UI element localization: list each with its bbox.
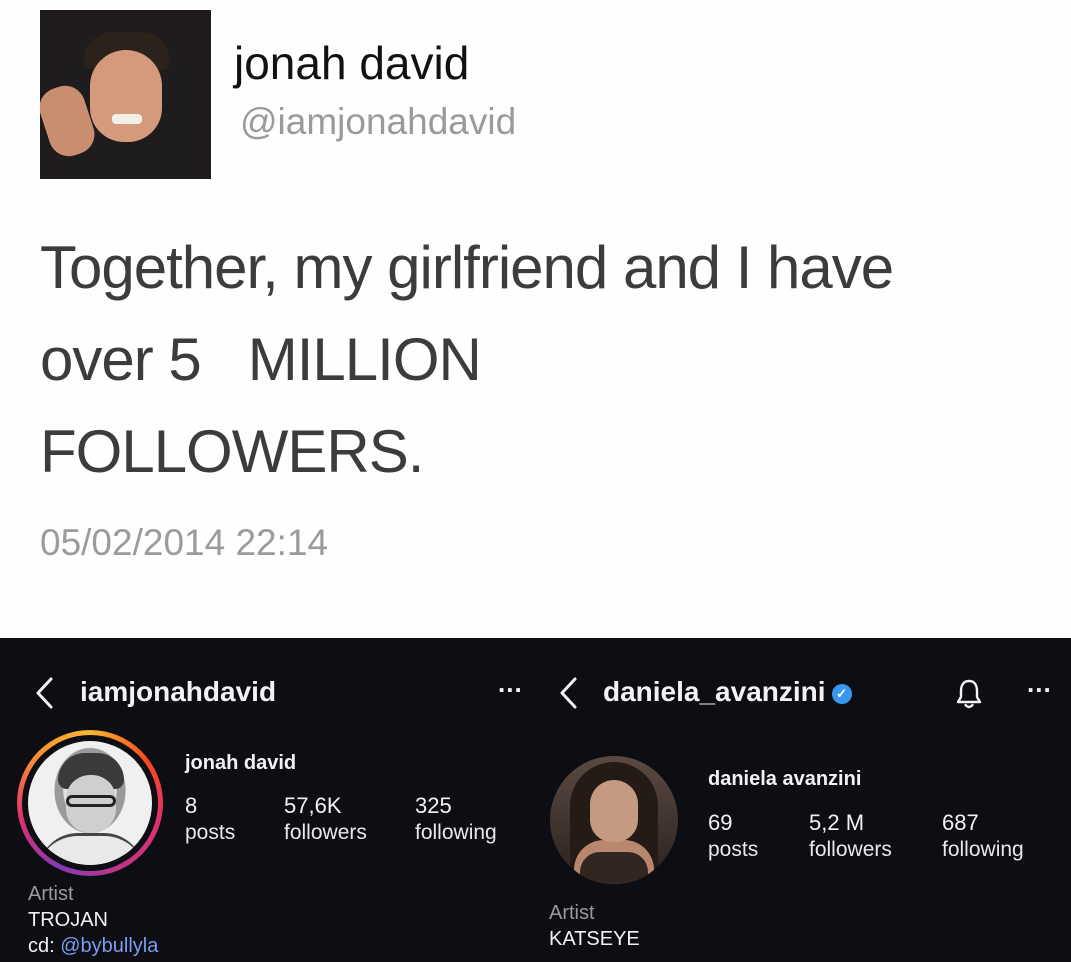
profile-username-text: daniela_avanzini	[603, 676, 826, 707]
stat-value: 325	[415, 793, 452, 818]
profile-avatar	[28, 741, 152, 865]
bio-line: TROJAN	[28, 909, 108, 931]
profile-daniela-avanzini: daniela_avanzini ✓ ... daniela avanzini 6…	[540, 638, 1071, 962]
tweet-text-line: FOLLOWERS.	[40, 418, 424, 485]
verified-badge-icon: ✓	[831, 683, 852, 704]
stat-label: following	[942, 838, 1024, 861]
bio-mention-link[interactable]: @bybullyla	[60, 935, 158, 957]
profile-bio: Artist KATSEYE	[549, 900, 640, 952]
profile-full-name: jonah david	[185, 752, 297, 774]
stat-posts[interactable]: 69 posts	[708, 809, 758, 863]
profile-username: iamjonahdavid	[80, 676, 277, 707]
stat-value: 5,2 M	[809, 810, 865, 835]
stat-followers[interactable]: 5,2 M followers	[809, 809, 892, 863]
profile-category: Artist	[549, 902, 595, 924]
tweet-text-line: Together, my girlfriend and I have	[40, 234, 894, 301]
bell-icon[interactable]	[954, 678, 984, 710]
stat-value: 57,6K	[284, 793, 342, 818]
chevron-left-icon[interactable]	[558, 676, 578, 710]
bio-line: KATSEYE	[549, 928, 640, 950]
stat-followers[interactable]: 57,6K followers	[284, 792, 367, 846]
more-options-icon[interactable]: ...	[498, 668, 523, 699]
tweet-avatar[interactable]	[40, 10, 211, 179]
stat-posts[interactable]: 8 posts	[185, 792, 235, 846]
stat-value: 8	[185, 793, 198, 818]
stat-label: followers	[809, 838, 892, 861]
profile-avatar[interactable]	[550, 756, 678, 884]
stat-label: following	[415, 821, 497, 844]
avatar-face	[90, 50, 162, 142]
bio-line-prefix: cd:	[28, 935, 61, 957]
profile-avatar-story-ring[interactable]	[17, 730, 163, 876]
profile-iamjonahdavid: iamjonahdavid ... jonah david 8 posts 57…	[0, 638, 540, 962]
avatar-teeth	[112, 114, 142, 124]
profile-bio: Artist TROJAN cd: @bybullyla	[28, 881, 158, 959]
profile-username: daniela_avanzini ✓	[603, 676, 852, 708]
tweet-timestamp: 05/02/2014 22:14	[40, 522, 329, 563]
tweet-card: jonah david @iamjonahdavid Together, my …	[0, 0, 1071, 638]
stat-following[interactable]: 325 following	[415, 792, 497, 846]
chevron-left-icon[interactable]	[34, 676, 54, 710]
stat-label: posts	[708, 838, 759, 861]
stat-value: 69	[708, 810, 733, 835]
stat-value: 687	[942, 810, 979, 835]
profile-full-name: daniela avanzini	[708, 768, 862, 790]
tweet-text: Together, my girlfriend and I have over …	[40, 222, 894, 498]
tweet-author-name[interactable]: jonah david	[234, 36, 469, 90]
tweet-text-line: over 5 MILLION	[40, 326, 482, 393]
stat-label: posts	[185, 821, 236, 844]
stat-following[interactable]: 687 following	[942, 809, 1024, 863]
stat-label: followers	[284, 821, 367, 844]
tweet-author-handle[interactable]: @iamjonahdavid	[240, 101, 516, 143]
more-options-icon[interactable]: ...	[1027, 668, 1052, 699]
profile-category: Artist	[28, 883, 74, 905]
